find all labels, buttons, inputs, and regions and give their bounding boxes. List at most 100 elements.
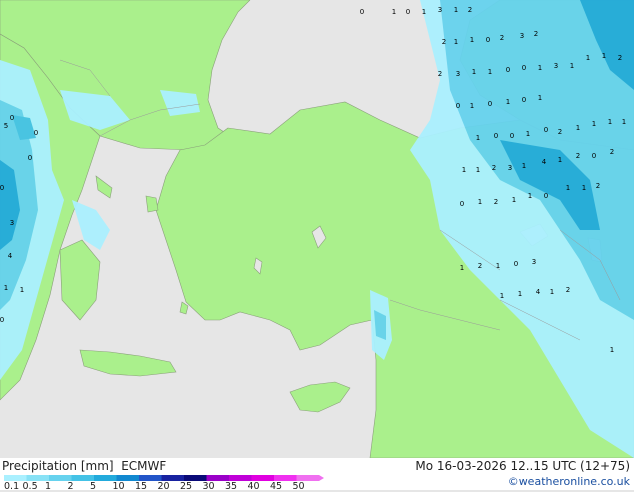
gridpoint-value: 2 [566, 286, 570, 294]
gridpoint-value: 0 [544, 126, 548, 134]
gridpoint-value: 3 [508, 164, 512, 172]
legend-label: 20 [157, 481, 170, 492]
gridpoint-value: 1 [570, 62, 574, 70]
legend-label: 25 [180, 481, 193, 492]
gridpoint-value: 1 [566, 184, 570, 192]
gridpoint-value: 1 [470, 36, 474, 44]
gridpoint-value: 1 [462, 166, 466, 174]
gridpoint-value: 1 [454, 38, 458, 46]
gridpoint-value: 1 [538, 64, 542, 72]
gridpoint-value: 3 [456, 70, 460, 78]
gridpoint-value: 0 [28, 154, 32, 162]
gridpoint-value: 2 [534, 30, 538, 38]
gridpoint-value: 0 [460, 200, 464, 208]
gridpoint-value: 2 [494, 198, 498, 206]
gridpoint-value: 0 [486, 36, 490, 44]
gridpoint-value: 1 [610, 346, 614, 354]
gridpoint-value: 1 [582, 184, 586, 192]
model-name: ECMWF [121, 459, 167, 473]
gridpoint-value: 2 [558, 128, 562, 136]
product-name: Precipitation [mm] [2, 459, 114, 473]
gridpoint-value: 0 [506, 66, 510, 74]
gridpoint-value: 0 [34, 129, 38, 137]
legend-label: 2 [67, 481, 74, 492]
gridpoint-value: 2 [438, 70, 442, 78]
gridpoint-value: 0 [522, 64, 526, 72]
gridpoint-value: 0 [592, 152, 596, 160]
gridpoint-value: 0 [360, 8, 364, 16]
product-label: Precipitation [mm] ECMWF [2, 459, 166, 473]
gridpoint-value: 1 [472, 68, 476, 76]
gridpoint-value: 1 [518, 290, 522, 298]
gridpoint-value: 2 [478, 262, 482, 270]
gridpoint-value: 3 [532, 258, 536, 266]
gridpoint-value: 1 [592, 120, 596, 128]
gridpoint-value: 2 [618, 54, 622, 62]
gridpoint-value: 1 [558, 156, 562, 164]
gridpoint-value: 2 [492, 164, 496, 172]
legend-label: 50 [292, 481, 305, 492]
gridpoint-value: 1 [586, 54, 590, 62]
gridpoint-value: 1 [392, 8, 396, 16]
gridpoint-value: 1 [454, 6, 458, 14]
legend-label: 15 [135, 481, 148, 492]
gridpoint-value: 3 [10, 219, 14, 227]
legend-arrow-icon [319, 475, 324, 481]
gridpoint-value: 1 [608, 118, 612, 126]
gridpoint-value: 1 [576, 124, 580, 132]
gridpoint-value: 0 [522, 96, 526, 104]
gridpoint-value: 1 [460, 264, 464, 272]
credit-link[interactable]: ©weatheronline.co.uk [508, 475, 630, 488]
gridpoint-value: 3 [520, 32, 524, 40]
gridpoint-value: 1 [512, 196, 516, 204]
legend-label: 45 [270, 481, 283, 492]
valid-time: Mo 16-03-2026 12..15 UTC (12+75) [415, 459, 630, 473]
gridpoint-value: 5 [4, 122, 8, 130]
gridpoint-value: 1 [500, 292, 504, 300]
gridpoint-value: 1 [476, 134, 480, 142]
gridpoint-value: 1 [602, 52, 606, 60]
gridpoint-value: 1 [422, 8, 426, 16]
gridpoint-value: 2 [576, 152, 580, 160]
legend-label: 1 [45, 481, 52, 492]
gridpoint-value: 0 [488, 100, 492, 108]
gridpoint-value: 0 [510, 132, 514, 140]
gridpoint-value: 2 [596, 182, 600, 190]
gridpoint-value: 4 [536, 288, 541, 296]
gridpoint-value: 2 [610, 148, 614, 156]
gridpoint-value: 3 [438, 6, 442, 14]
gridpoint-value: 0 [494, 132, 498, 140]
gridpoint-value: 1 [526, 130, 530, 138]
gridpoint-value: 4 [542, 158, 547, 166]
gridpoint-value: 0 [544, 192, 548, 200]
gridpoint-value: 1 [20, 286, 24, 294]
gridpoint-value: 1 [506, 98, 510, 106]
gridpoint-value: 1 [550, 288, 554, 296]
legend-label: 40 [247, 481, 260, 492]
gridpoint-value: 2 [468, 6, 472, 14]
gridpoint-value: 0 [456, 102, 460, 110]
gridpoint-value: 1 [622, 118, 626, 126]
gridpoint-value: 1 [538, 94, 542, 102]
gridpoint-value: 3 [554, 62, 558, 70]
gridpoint-value: 0 [10, 114, 14, 122]
legend-label: 5 [90, 481, 97, 492]
gridpoint-value: 0 [514, 260, 518, 268]
legend-label: 30 [202, 481, 215, 492]
gridpoint-value: 1 [470, 102, 474, 110]
gridpoint-value: 1 [488, 68, 492, 76]
gridpoint-value: 1 [4, 284, 8, 292]
precipitation-map: 0 1 0 1 3 1 2 2 1 1 0 2 3 2 2 3 1 1 0 0 1 3 1 1 1 2 0 1 0 1 0 1 1 0 0 1 0 2 1 1… [0, 0, 634, 458]
gridpoint-value: 1 [496, 262, 500, 270]
legend-label: 35 [225, 481, 238, 492]
gridpoint-value: 0 [0, 316, 4, 324]
gridpoint-value: 4 [8, 252, 13, 260]
legend-label: 10 [112, 481, 125, 492]
gridpoint-value: 2 [442, 38, 446, 46]
map-footer: Precipitation [mm] ECMWF Mo 16-03-2026 1… [0, 458, 634, 492]
gridpoint-value: 1 [476, 166, 480, 174]
legend-label: 0.5 [22, 481, 38, 492]
gridpoint-value: 1 [528, 192, 532, 200]
gridpoint-value: 2 [500, 34, 504, 42]
legend-label: 0.1 [4, 481, 20, 492]
